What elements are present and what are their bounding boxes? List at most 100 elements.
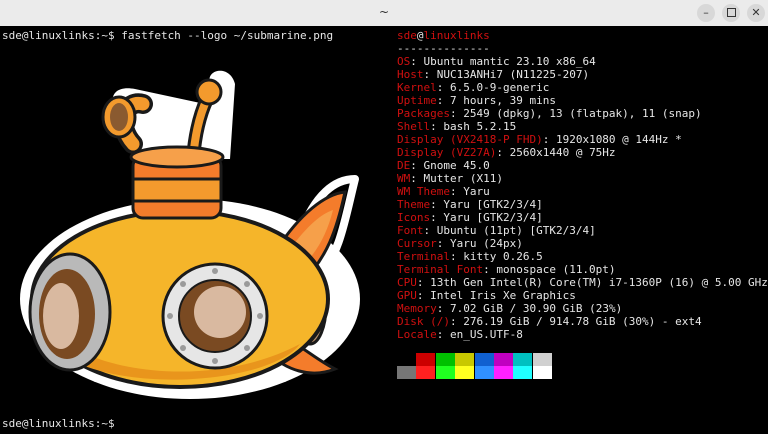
info-key: WM (397, 172, 411, 185)
info-value: bash 5.2.15 (443, 120, 517, 133)
submarine-logo (20, 70, 360, 399)
info-key: Font (397, 224, 424, 237)
info-value: 13th Gen Intel(R) Core(TM) i7-1360P (16)… (430, 276, 768, 289)
command-line: sde@linuxlinks:~$ fastfetch --logo ~/sub… (2, 29, 334, 42)
info-row: Uptime: 7 hours, 39 mins (397, 94, 556, 107)
info-key: Terminal (397, 250, 450, 263)
close-button[interactable]: ✕ (747, 4, 765, 22)
info-row: Memory: 7.02 GiB / 30.90 GiB (23%) (397, 302, 622, 315)
info-key: Icons (397, 211, 431, 224)
color-swatch (532, 353, 552, 366)
info-row: WM: Mutter (X11) (397, 172, 503, 185)
info-value: Ubuntu (11pt) [GTK2/3/4] (436, 224, 596, 237)
terminal-area[interactable]: sde@linuxlinks:~$ fastfetch --logo ~/sub… (0, 26, 768, 434)
info-row: DE: Gnome 45.0 (397, 159, 490, 172)
color-swatch (494, 353, 513, 366)
info-row: WM Theme: Yaru (397, 185, 490, 198)
info-row: Font: Ubuntu (11pt) [GTK2/3/4] (397, 224, 596, 237)
info-colon: : (410, 159, 424, 172)
info-key: Shell (397, 120, 431, 133)
info-key: Disk (/) (397, 315, 450, 328)
info-row: Display (VX2418-P FHD): 1920x1080 @ 144H… (397, 133, 682, 146)
color-swatch (513, 353, 533, 366)
info-value: Yaru [GTK2/3/4] (443, 198, 543, 211)
color-swatch (513, 366, 533, 379)
info-colon: : (449, 107, 464, 120)
info-key: Host (397, 68, 424, 81)
info-value: kitty 0.26.5 (463, 250, 543, 263)
info-colon: : (423, 68, 437, 81)
info-colon: : (496, 146, 510, 159)
info-value: Yaru (463, 185, 490, 198)
prompt-line[interactable]: sde@linuxlinks:~$ (2, 417, 115, 430)
color-swatch (435, 366, 455, 379)
info-colon: : (430, 120, 444, 133)
color-swatch (474, 353, 494, 366)
info-value: 6.5.0-9-generic (450, 81, 550, 94)
info-key: Packages (397, 107, 450, 120)
info-row: Kernel: 6.5.0-9-generic (397, 81, 549, 94)
info-key: Uptime (397, 94, 437, 107)
color-swatch (494, 366, 513, 379)
info-value: NUC13ANHi7 (N11225-207) (436, 68, 590, 81)
separator: -------------- (397, 42, 490, 55)
info-colon: : (436, 328, 450, 341)
info-key: WM Theme (397, 185, 450, 198)
info-key: DE (397, 159, 411, 172)
minimize-icon: – (703, 6, 709, 19)
info-key: CPU (397, 276, 417, 289)
info-value: 2560x1440 @ 75Hz (509, 146, 616, 159)
info-key: Terminal Font (397, 263, 484, 276)
info-value: 276.19 GiB / 914.78 GiB (30%) - ext4 (463, 315, 702, 328)
info-key: GPU (397, 289, 417, 302)
host-name: linuxlinks (423, 29, 490, 42)
info-colon: : (423, 224, 437, 237)
info-row: Icons: Yaru [GTK2/3/4] (397, 211, 543, 224)
minimize-button[interactable]: – (697, 4, 715, 22)
info-value: 1920x1080 @ 144Hz * (555, 133, 682, 146)
info-key: Display (VX2418-P FHD) (397, 133, 543, 146)
info-value: Intel Iris Xe Graphics (430, 289, 576, 302)
info-colon: : (430, 198, 444, 211)
info-value: Ubuntu mantic 23.10 x86_64 (423, 55, 596, 68)
info-key: Theme (397, 198, 431, 211)
info-key: Memory (397, 302, 437, 315)
color-swatch (416, 366, 436, 379)
user-name: sde (397, 29, 417, 42)
info-colon: : (436, 302, 450, 315)
info-value: Mutter (X11) (423, 172, 503, 185)
info-colon: : (542, 133, 556, 146)
info-row: Terminal Font: monospace (11.0pt) (397, 263, 616, 276)
info-key: Display (VZ27A) (397, 146, 497, 159)
info-key: OS (397, 55, 411, 68)
info-colon: : (483, 263, 497, 276)
color-swatch (532, 366, 552, 379)
info-key: Cursor (397, 237, 437, 250)
info-row: GPU: Intel Iris Xe Graphics (397, 289, 576, 302)
info-row: Shell: bash 5.2.15 (397, 120, 516, 133)
info-row: Display (VZ27A): 2560x1440 @ 75Hz (397, 146, 616, 159)
info-row: Theme: Yaru [GTK2/3/4] (397, 198, 543, 211)
color-swatch (397, 366, 416, 379)
info-colon: : (416, 289, 431, 302)
info-value: 7.02 GiB / 30.90 GiB (23%) (450, 302, 623, 315)
info-colon: : (410, 172, 424, 185)
maximize-button[interactable] (722, 4, 740, 22)
info-colon: : (449, 315, 464, 328)
info-colon: : (449, 185, 464, 198)
close-icon: ✕ (751, 6, 761, 19)
title-bar: ~ – ✕ (0, 0, 768, 27)
color-swatch (455, 366, 475, 379)
info-colon: : (436, 237, 450, 250)
info-value: Yaru [GTK2/3/4] (443, 211, 543, 224)
info-colon: : (436, 94, 450, 107)
info-row: Host: NUC13ANHi7 (N11225-207) (397, 68, 589, 81)
info-row: CPU: 13th Gen Intel(R) Core(TM) i7-1360P… (397, 276, 768, 289)
user-host: sde@linuxlinks (397, 29, 490, 42)
color-swatch (397, 353, 416, 366)
info-colon: : (416, 276, 431, 289)
info-value: Yaru (24px) (450, 237, 523, 250)
info-colon: : (430, 211, 444, 224)
color-swatch (435, 353, 455, 366)
at-sign: @ (416, 29, 424, 42)
